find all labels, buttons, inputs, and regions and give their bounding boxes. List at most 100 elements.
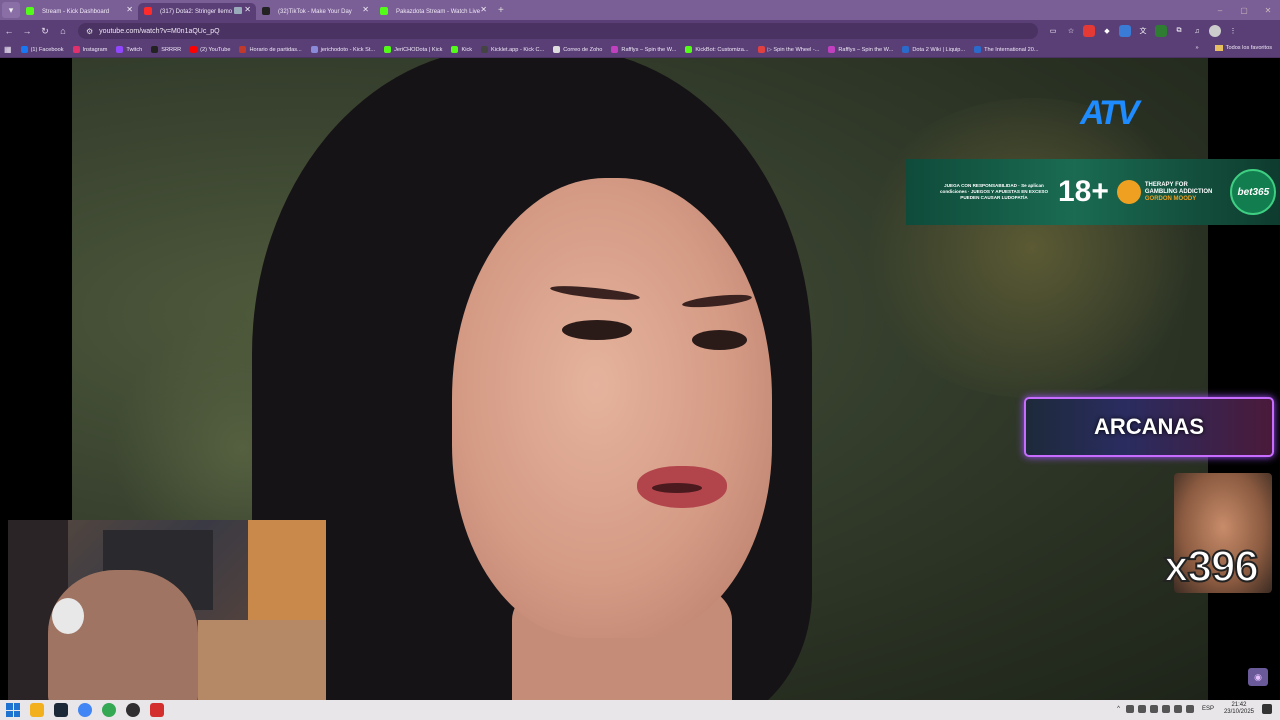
site-info-icon[interactable]: ⚙ [86, 27, 93, 36]
profile-avatar-icon[interactable] [1209, 25, 1221, 37]
bookmark-item[interactable]: Instagram [72, 46, 108, 53]
menu-kebab-icon[interactable]: ⋮ [1227, 25, 1239, 37]
zoho-icon [553, 46, 561, 53]
media-controls-icon[interactable]: ♫ [1191, 25, 1203, 37]
stream-overlay-icon: ◉ [1248, 668, 1268, 686]
tab-close-icon[interactable]: ✕ [126, 5, 133, 14]
bookmark-item[interactable]: jerichodoto - Kick St... [310, 46, 376, 53]
file-explorer-icon[interactable] [30, 703, 44, 717]
webcam-streamer [48, 570, 198, 700]
tray-app-icon[interactable] [1137, 705, 1146, 713]
tray-app-icon[interactable] [1125, 705, 1134, 713]
maximize-icon[interactable]: ▢ [1232, 0, 1256, 20]
bookmark-label: jerichodoto - Kick St... [320, 46, 376, 53]
therapy-block: THERAPY FOR GAMBLING ADDICTION GORDON MO… [1116, 180, 1212, 204]
tab-close-icon[interactable]: ✕ [362, 5, 369, 14]
video-player[interactable]: ATV JUEGA CON RESPONSABILIDAD · Se aplic… [0, 58, 1280, 700]
apps-grid-icon[interactable]: ▦ [4, 45, 12, 54]
bookmark-favicon-icon [310, 46, 318, 53]
extension-puzzle-icon[interactable]: ⧉ [1173, 25, 1185, 37]
tab-kick-dashboard[interactable]: Stream - Kick Dashboard ✕ [20, 3, 138, 20]
chrome-icon[interactable] [78, 703, 92, 717]
tab-close-icon[interactable]: ✕ [244, 5, 251, 14]
therapy-line: THERAPY FOR [1144, 181, 1188, 188]
headset-icon [52, 598, 84, 634]
obs-icon[interactable] [126, 703, 140, 717]
bookmark-item[interactable]: Correo de Zoho [553, 46, 602, 53]
bookmark-label: ▷ Spin the Wheel -... [767, 46, 820, 53]
bookmark-label: Rafflys – Spin the W... [621, 46, 677, 53]
bookmark-label: KickBot: Customiza... [695, 46, 749, 53]
kick-icon [451, 46, 459, 53]
url-text: youtube.com/watch?v=M0n1aQUc_pQ [99, 27, 220, 35]
forward-arrow-icon[interactable]: → [18, 22, 36, 40]
bookmark-favicon-icon [828, 46, 836, 53]
clock-time: 21:42 [1231, 702, 1247, 708]
taskbar-clock[interactable]: 21:42 23/10/2025 [1224, 702, 1254, 716]
mouth [652, 483, 702, 493]
bookmarks-overflow-button[interactable]: » [1196, 45, 1199, 51]
all-bookmarks-button[interactable]: Todos los favoritos [1226, 45, 1272, 51]
bookmark-item[interactable]: JeriCHODota | Kick [384, 46, 442, 53]
tray-app-icon[interactable] [1149, 705, 1158, 713]
bookmark-item[interactable]: Rafflys – Spin the W... [828, 46, 893, 53]
language-indicator[interactable]: ESP [1202, 706, 1214, 712]
bookmark-item[interactable]: Horario de partidas... [239, 46, 302, 53]
streamer-webcam [8, 520, 326, 700]
kick-favicon-icon [380, 7, 388, 15]
bookmark-label: (2) YouTube [200, 46, 231, 53]
network-icon[interactable] [1173, 705, 1182, 713]
background-foliage [852, 98, 1208, 398]
notifications-icon[interactable] [1262, 704, 1272, 714]
tab-youtube-dota[interactable]: (317) Dota2: Stringer llemo ✕ [138, 3, 256, 20]
close-window-icon[interactable]: ✕ [1256, 0, 1280, 20]
tab-search-button[interactable]: ▾ [2, 2, 20, 18]
address-bar[interactable]: ⚙ youtube.com/watch?v=M0n1aQUc_pQ [78, 23, 1038, 39]
tab-pakazdota[interactable]: Pakazdota Stream - Watch Live ✕ [374, 3, 492, 20]
bookmark-item[interactable]: KickBot: Customiza... [685, 46, 749, 53]
kick-favicon-icon [26, 7, 34, 15]
bookmark-item[interactable]: Kick [451, 46, 472, 53]
reload-icon[interactable]: ↻ [36, 22, 54, 40]
bookmark-item[interactable]: SRRRR [151, 46, 181, 53]
volume-icon[interactable] [1185, 705, 1194, 713]
bookmark-item[interactable]: (1) Facebook [20, 46, 64, 53]
new-tab-button[interactable]: + [498, 5, 504, 16]
gordon-moody-logo-icon [1116, 180, 1141, 204]
minimize-icon[interactable]: – [1208, 0, 1232, 20]
bookmark-item[interactable]: Dota 2 Wiki | Liquip... [902, 46, 965, 53]
kick-icon [384, 46, 392, 53]
facebook-icon [20, 46, 28, 53]
folder-icon [1214, 45, 1223, 51]
home-icon[interactable]: ⌂ [54, 22, 72, 40]
extension-blue-icon[interactable] [1119, 25, 1131, 37]
bookmark-label: Horario de partidas... [249, 46, 302, 53]
webcam-bed [198, 620, 326, 700]
bookmark-item[interactable]: (2) YouTube [190, 46, 230, 53]
tab-close-icon[interactable]: ✕ [480, 5, 487, 14]
bookmark-star-icon[interactable]: ☆ [1065, 25, 1077, 37]
app-icon[interactable] [150, 703, 164, 717]
tray-app-icon[interactable] [1161, 705, 1170, 713]
bookmark-item[interactable]: ▷ Spin the Wheel -... [757, 46, 820, 53]
navigation-bar: ← → ↻ ⌂ ⚙ youtube.com/watch?v=M0n1aQUc_p… [0, 20, 1280, 42]
steam-icon[interactable] [54, 703, 68, 717]
system-tray: ^ ESP 21:42 23/10/2025 [1117, 702, 1272, 716]
cast-icon[interactable]: ▭ [1047, 25, 1059, 37]
back-arrow-icon[interactable]: ← [0, 22, 18, 40]
tiktok-favicon-icon [262, 7, 270, 15]
bookmark-item[interactable]: Twitch [116, 46, 142, 53]
tray-chevron-icon[interactable]: ^ [1117, 706, 1120, 712]
extension-green-icon[interactable] [1155, 25, 1167, 37]
bookmark-label: Instagram [82, 46, 108, 53]
chrome-dev-icon[interactable] [102, 703, 116, 717]
bookmark-item[interactable]: Kicklet.app - Kick C... [481, 46, 544, 53]
extension-red-icon[interactable] [1083, 25, 1095, 37]
bookmark-item[interactable]: The International 20... [974, 46, 1039, 53]
bookmark-item[interactable]: Rafflys – Spin the W... [611, 46, 676, 53]
tab-tiktok[interactable]: (32)TikTok - Make Your Day ✕ [256, 3, 374, 20]
tab-title: (317) Dota2: Stringer llemo [160, 8, 233, 15]
windows-start-icon[interactable] [6, 703, 20, 717]
extension-translate-icon[interactable]: 文 [1137, 25, 1149, 37]
extension-diamond-icon[interactable]: ◆ [1101, 25, 1113, 37]
